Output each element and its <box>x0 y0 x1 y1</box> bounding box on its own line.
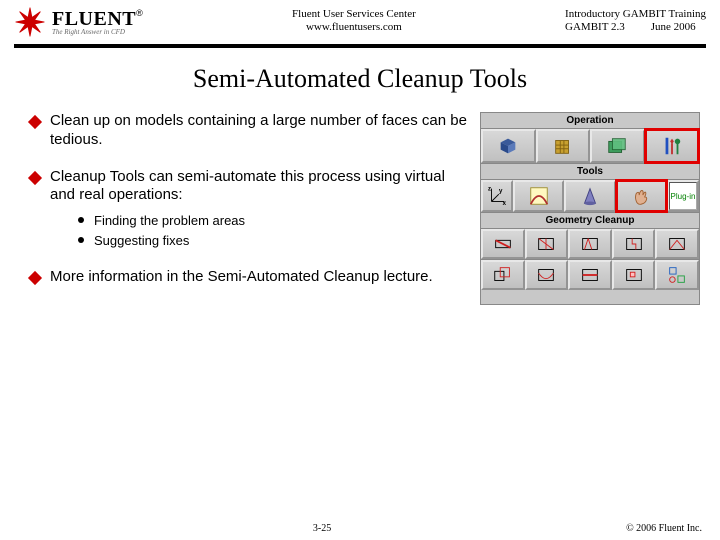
fluent-star-icon <box>14 6 46 38</box>
diamond-bullet-icon <box>28 170 42 184</box>
hand-fix-icon <box>630 185 652 207</box>
header-center-info: Fluent User Services Center www.fluentus… <box>143 6 565 34</box>
round-bullet-icon <box>78 237 84 243</box>
right-line1: Introductory GAMBIT Training <box>565 8 706 21</box>
cleanup-large-angle-button <box>525 260 569 290</box>
cleanup-crack-button <box>612 229 656 259</box>
center-line2: www.fluentusers.com <box>143 21 565 34</box>
sliver-icon <box>579 233 601 255</box>
hole-icon <box>535 233 557 255</box>
zones-cube-icon <box>606 135 628 157</box>
cube-icon <box>497 135 519 157</box>
logo-wordmark: FLUENT <box>52 8 136 30</box>
grid-curve-icon <box>528 185 550 207</box>
operation-label: Operation <box>481 113 699 128</box>
short-edge-icon <box>492 233 514 255</box>
logo-block: FLUENT® The Right Answer in CFD <box>14 6 143 38</box>
crack-icon <box>623 233 645 255</box>
mesh-op-button <box>536 129 591 163</box>
cleanup-toolbar-row1 <box>481 228 699 259</box>
svg-text:y: y <box>499 187 503 194</box>
gambit-toolpanel-figure: Operation Tools z yx Plug-in Geometry Cle… <box>480 112 700 305</box>
duplicate-icon <box>492 264 514 286</box>
sizing-tool-button <box>513 180 564 212</box>
slide-title: Semi-Automated Cleanup Tools <box>0 64 720 94</box>
header-divider <box>14 44 706 48</box>
diamond-bullet-icon <box>28 115 42 129</box>
slide-footer: 3-25 © 2006 Fluent Inc. <box>0 523 720 534</box>
tools-icon <box>661 135 683 157</box>
large-angle-icon <box>535 264 557 286</box>
cleanup-small-face-button <box>612 260 656 290</box>
logo-tagline: The Right Answer in CFD <box>52 29 143 36</box>
cleanup-hole-button <box>525 229 569 259</box>
bullet-item: Clean up on models containing a large nu… <box>30 112 468 150</box>
cleanup-auto-button <box>655 260 699 290</box>
zones-op-button <box>590 129 645 163</box>
plugin-slot: Plug-in <box>667 180 699 212</box>
center-line1: Fluent User Services Center <box>143 8 565 21</box>
cleanup-toolbar-row2 <box>481 259 699 290</box>
right-gambit-ver: GAMBIT 2.3 <box>565 21 625 33</box>
axis-icon: z yx <box>486 185 508 207</box>
tools-label: Tools <box>481 164 699 179</box>
sub-bullet-list: Finding the problem areas Suggesting fix… <box>78 211 468 250</box>
content-area: Clean up on models containing a large nu… <box>0 112 720 305</box>
header-right-info: Introductory GAMBIT Training GAMBIT 2.3 J… <box>565 6 706 34</box>
cleanup-sliver-button <box>568 229 612 259</box>
bullet-list: Clean up on models containing a large nu… <box>30 112 468 305</box>
sub-bullet-item: Suggesting fixes <box>78 231 468 251</box>
cleanup-short-edge-button <box>481 229 525 259</box>
bullet-item: More information in the Semi-Automated C… <box>30 268 468 287</box>
bullet-text: More information in the Semi-Automated C… <box>50 268 433 287</box>
page-number: 3-25 <box>313 523 331 534</box>
svg-text:x: x <box>503 200 507 207</box>
mesh-cube-icon <box>552 135 574 157</box>
cleanup-duplicate-button <box>481 260 525 290</box>
plugin-label: Plug-in <box>669 182 697 210</box>
copyright: © 2006 Fluent Inc. <box>626 523 702 534</box>
logo-registered: ® <box>136 8 143 18</box>
cleanup-label: Geometry Cleanup <box>481 213 699 228</box>
bullet-text: Clean up on models containing a large nu… <box>50 112 468 150</box>
sub-bullet-text: Suggesting fixes <box>94 231 189 251</box>
operation-toolbar <box>481 128 699 164</box>
geometry-op-button <box>481 129 536 163</box>
tools-toolbar: z yx Plug-in <box>481 179 699 213</box>
tools-op-button <box>645 129 700 163</box>
right-date: June 2006 <box>651 21 696 33</box>
cleanup-hard-edge-button <box>568 260 612 290</box>
auto-fix-icon <box>666 264 688 286</box>
axis-indicator: z yx <box>481 180 513 212</box>
sub-bullet-text: Finding the problem areas <box>94 211 245 231</box>
sub-bullet-item: Finding the problem areas <box>78 211 468 231</box>
diamond-bullet-icon <box>28 271 42 285</box>
turbo-tool-button <box>564 180 615 212</box>
cone-icon <box>579 185 601 207</box>
round-bullet-icon <box>78 217 84 223</box>
small-face-icon <box>623 264 645 286</box>
svg-text:z: z <box>488 186 491 193</box>
sharp-angle-icon <box>666 233 688 255</box>
slide-header: FLUENT® The Right Answer in CFD Fluent U… <box>0 0 720 38</box>
hard-edge-icon <box>579 264 601 286</box>
bullet-item: Cleanup Tools can semi-automate this pro… <box>30 168 468 251</box>
bullet-text: Cleanup Tools can semi-automate this pro… <box>50 168 468 206</box>
cleanup-sharp-angle-button <box>655 229 699 259</box>
cleanup-tool-button <box>616 180 667 212</box>
